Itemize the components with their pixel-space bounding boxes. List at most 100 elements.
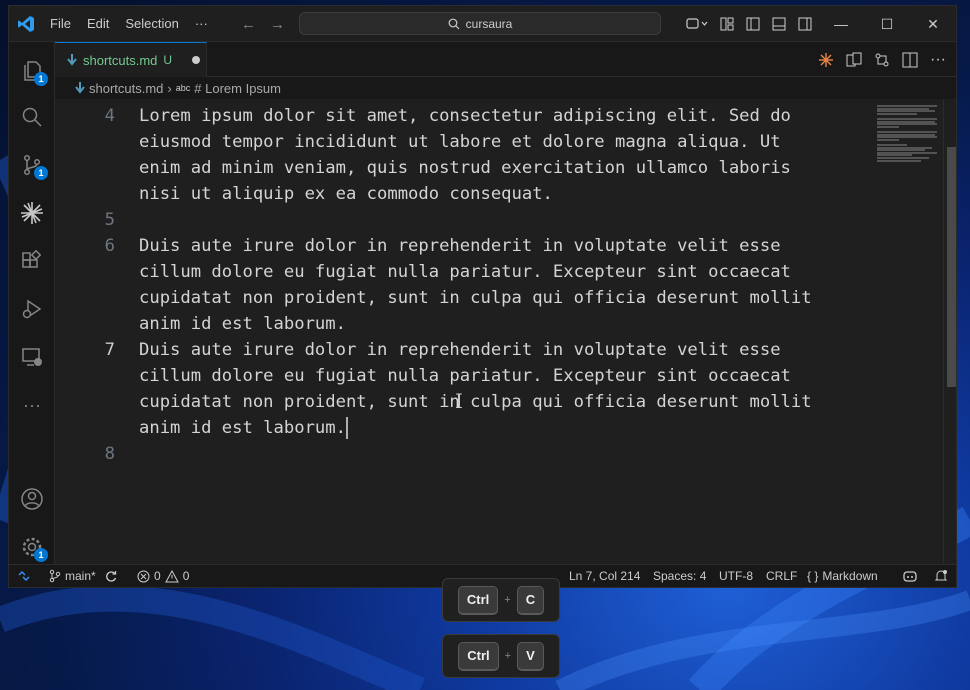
more-activity-icon[interactable]: ··· bbox=[9, 382, 55, 428]
code-line-text: cillum dolore eu fugiat nulla pariatur. … bbox=[139, 366, 791, 386]
code-line-text: anim id est laborum. bbox=[139, 314, 346, 334]
line-number: 6 bbox=[104, 236, 115, 256]
scrollbar-thumb[interactable] bbox=[947, 147, 956, 387]
menu-edit[interactable]: Edit bbox=[79, 6, 117, 42]
editor-text-area[interactable]: 4 Lorem ipsum dolor sit amet, consectetur… bbox=[55, 99, 871, 566]
sparkle-icon bbox=[21, 202, 43, 224]
encoding-text: UTF-8 bbox=[719, 569, 753, 583]
error-count: 0 bbox=[154, 569, 161, 583]
branch-status[interactable]: main* bbox=[49, 565, 118, 587]
markdown-file-icon bbox=[67, 54, 77, 66]
account-icon bbox=[21, 488, 43, 510]
minimap-line bbox=[877, 125, 899, 128]
toggle-primary-sidebar-icon[interactable] bbox=[740, 6, 766, 42]
copilot-chat-icon[interactable] bbox=[680, 6, 714, 42]
run-debug-activity[interactable] bbox=[9, 286, 55, 332]
unsaved-dot-icon[interactable] bbox=[192, 56, 201, 64]
explorer-badge: 1 bbox=[34, 72, 48, 86]
remote-indicator-icon[interactable] bbox=[9, 565, 39, 587]
customize-layout-icon[interactable] bbox=[714, 6, 740, 42]
editor-tab-bar: shortcuts.md U ··· bbox=[55, 42, 956, 77]
search-icon bbox=[22, 107, 42, 127]
editor-scrollbar[interactable] bbox=[943, 99, 956, 566]
command-center-search[interactable]: cursaura bbox=[299, 12, 661, 35]
minimap-line bbox=[877, 138, 899, 141]
line-number: 7 bbox=[104, 340, 115, 360]
search-activity[interactable] bbox=[9, 94, 55, 140]
indentation[interactable]: Spaces: 4 bbox=[653, 565, 706, 587]
chevron-right-icon: › bbox=[167, 80, 172, 96]
branch-name: main* bbox=[65, 569, 96, 583]
settings-badge: 1 bbox=[34, 548, 48, 562]
key-ctrl: Ctrl bbox=[458, 641, 499, 671]
breadcrumb-file[interactable]: shortcuts.md bbox=[89, 81, 163, 96]
open-preview-icon[interactable] bbox=[842, 48, 866, 72]
key-plus: + bbox=[504, 594, 511, 606]
search-text: cursaura bbox=[465, 16, 513, 31]
code-line-text: Lorem ipsum dolor sit amet, consectetur … bbox=[139, 106, 791, 126]
toggle-panel-icon[interactable] bbox=[766, 6, 792, 42]
line-ending-text: CRLF bbox=[766, 569, 798, 583]
menu-more[interactable]: ··· bbox=[187, 6, 216, 42]
cursaura-sparkle-icon[interactable] bbox=[814, 48, 838, 72]
toggle-secondary-sidebar-icon[interactable] bbox=[792, 6, 818, 42]
tab-shortcuts-md[interactable]: shortcuts.md U bbox=[55, 42, 207, 77]
compare-changes-icon[interactable] bbox=[870, 48, 894, 72]
string-symbol-icon: abc bbox=[175, 83, 191, 93]
vscode-window: File Edit Selection ··· ← → cursaura — ☐… bbox=[8, 5, 957, 588]
encoding[interactable]: UTF-8 bbox=[719, 565, 753, 587]
language-mode[interactable]: { } Markdown bbox=[807, 565, 878, 587]
cursor-position-text: Ln 7, Col 214 bbox=[569, 569, 641, 583]
sync-icon bbox=[105, 571, 116, 582]
text-cursor bbox=[346, 417, 349, 439]
problems-status[interactable]: 0 0 bbox=[137, 565, 189, 587]
activity-bar: 1 1 ··· 1 bbox=[9, 42, 55, 566]
extensions-activity[interactable] bbox=[9, 238, 55, 284]
language-text: Markdown bbox=[822, 569, 878, 583]
line-ending[interactable]: CRLF bbox=[766, 565, 797, 587]
nav-arrows: ← → bbox=[241, 6, 285, 42]
indentation-text: Spaces: 4 bbox=[653, 569, 707, 583]
close-icon[interactable]: ✕ bbox=[910, 6, 956, 42]
explorer-activity[interactable]: 1 bbox=[9, 48, 55, 94]
minimize-icon[interactable]: — bbox=[818, 6, 864, 42]
cursor-position[interactable]: Ln 7, Col 214 bbox=[569, 565, 640, 587]
source-control-activity[interactable]: 1 bbox=[9, 142, 55, 188]
markdown-file-icon bbox=[75, 82, 85, 94]
menu-selection[interactable]: Selection bbox=[117, 6, 186, 42]
code-line-text: eiusmod tempor incididunt ut labore et d… bbox=[139, 132, 781, 152]
key-plus: + bbox=[504, 650, 512, 662]
title-right-controls: — ☐ ✕ bbox=[680, 6, 956, 42]
minimap[interactable] bbox=[871, 99, 943, 566]
branch-icon bbox=[49, 569, 61, 583]
breadcrumb-symbol[interactable]: # Lorem Ipsum bbox=[194, 81, 281, 96]
braces-icon: { } bbox=[807, 569, 819, 583]
extensions-icon bbox=[22, 249, 42, 268]
more-actions-icon[interactable]: ··· bbox=[926, 48, 950, 72]
cursaura-activity[interactable] bbox=[9, 190, 55, 236]
menu-bar: File Edit Selection ··· bbox=[42, 6, 216, 42]
maximize-icon[interactable]: ☐ bbox=[864, 6, 910, 42]
forward-arrow-icon[interactable]: → bbox=[270, 16, 285, 33]
key-c: C bbox=[516, 585, 545, 615]
key-v: V bbox=[517, 641, 544, 671]
remote-explorer-icon bbox=[22, 348, 42, 366]
back-arrow-icon[interactable]: ← bbox=[241, 16, 256, 33]
error-icon bbox=[137, 570, 150, 582]
notifications-bell-icon[interactable] bbox=[934, 565, 948, 587]
remote-explorer-activity[interactable] bbox=[9, 334, 55, 380]
code-line-text: enim ad minim veniam, quis nostrud exerc… bbox=[139, 158, 791, 178]
copilot-status-icon[interactable] bbox=[902, 565, 918, 587]
minimap-line bbox=[877, 112, 917, 115]
key-ctrl: Ctrl bbox=[457, 585, 499, 615]
run-debug-icon bbox=[22, 299, 42, 319]
menu-file[interactable]: File bbox=[42, 6, 79, 42]
keyhint-paste: Ctrl + V bbox=[442, 634, 560, 678]
split-editor-icon[interactable] bbox=[898, 48, 922, 72]
code-line-text: Duis aute irure dolor in reprehenderit i… bbox=[139, 236, 781, 256]
tab-git-status: U bbox=[163, 53, 173, 67]
title-bar: File Edit Selection ··· ← → cursaura — ☐… bbox=[9, 6, 956, 42]
vscode-logo-icon bbox=[18, 16, 34, 32]
code-line-text: cupidatat non proident, sunt in culpa qu… bbox=[139, 392, 812, 412]
accounts-activity[interactable] bbox=[9, 476, 55, 522]
